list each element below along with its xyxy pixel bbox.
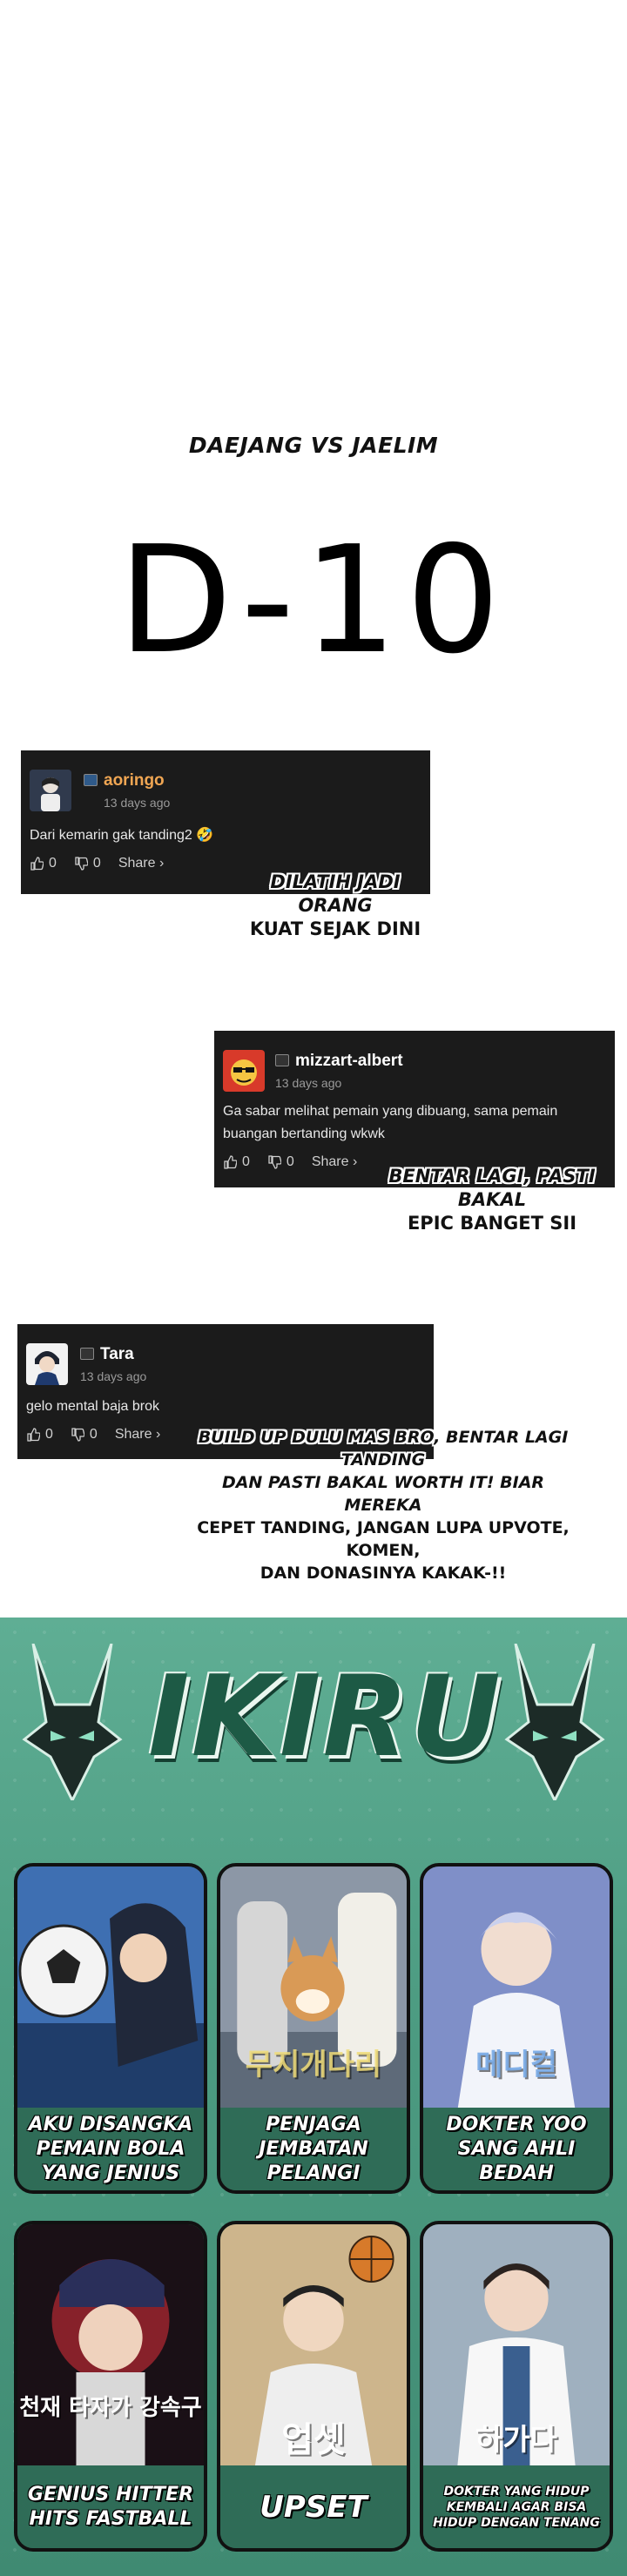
avatar-icon [223,1050,265,1092]
promo-title: IKIRU [148,1652,502,1782]
share-button[interactable]: Share › [115,1427,160,1443]
caption-line: DILATIH JADI ORANG [270,871,401,916]
dislike-button[interactable]: 0 [71,1427,98,1443]
comment-date: 13 days ago [104,796,171,810]
avatar [223,1050,265,1092]
thumbs-up-icon [30,857,44,871]
thumbs-down-icon [75,857,88,871]
promo-banner: IKIRU AKU DISANGKA PEMAIN BOLA YANG JENI… [0,1618,627,2576]
avatar-icon [30,770,71,811]
share-button[interactable]: Share › [118,856,164,871]
tile-art-text: 천재 타자가 강속구 [19,2395,202,2421]
caption-line: EPIC BANGET SII [407,1213,577,1234]
dislike-button[interactable]: 0 [74,856,101,871]
anubis-head-icon [504,1644,605,1800]
user-badge-icon [275,1054,289,1066]
like-button[interactable]: 0 [26,1427,53,1443]
avatar-icon [26,1343,68,1385]
caption-3: BUILD UP DULU MAS BRO, BENTAR LAGI TANDI… [187,1426,579,1584]
tile-art-text: 하가다 [475,2423,557,2458]
anubis-head-icon [22,1644,123,1800]
tile-art-text: 메디컬 [475,2048,557,2082]
comment-text: Dari kemarin gak tanding2 🤣 [30,828,214,843]
caption-line: KUAT SEJAK DINI [249,918,421,939]
comment-date: 13 days ago [80,1369,147,1383]
caption-line: BENTAR LAGI, PASTI BAKAL [388,1166,596,1210]
thumbs-up-icon [224,1155,237,1169]
user-badge-icon [84,774,98,786]
dislike-count: 0 [89,1427,98,1442]
tile-title: UPSET [220,2465,407,2548]
thumbs-down-icon [268,1155,281,1169]
like-count: 0 [49,856,57,871]
comment-text: gelo mental baja brok [26,1399,159,1414]
like-button[interactable]: 0 [30,856,57,871]
comment-username[interactable]: Tara [100,1345,134,1364]
thumbs-down-icon [71,1428,84,1442]
chapter-subtitle: DAEJANG VS JAELIM [188,433,439,458]
manhwa-tile-upset[interactable]: 업셋 UPSET [217,2221,410,2552]
comment-username[interactable]: aoringo [104,771,165,790]
comment-actions: 0 0 Share › [223,1154,357,1170]
dislike-button[interactable]: 0 [267,1154,294,1170]
tile-title: GENIUS HITTER HITS FASTBALL [17,2465,204,2548]
comment-actions: 0 0 Share › [26,1427,160,1443]
tile-art-text: 업셋 [281,2420,346,2460]
tile-title: AKU DISANGKA PEMAIN BOLA YANG JENIUS [17,2108,204,2190]
manhwa-tile-soccer[interactable]: AKU DISANGKA PEMAIN BOLA YANG JENIUS [14,1863,207,2194]
manhwa-tile-reborn-doctor[interactable]: 하가다 DOKTER YANG HIDUP KEMBALI AGAR BISA … [420,2221,613,2552]
comment-date: 13 days ago [275,1076,342,1090]
tile-title: DOKTER YOO SANG AHLI BEDAH [423,2108,610,2190]
like-count: 0 [242,1154,250,1169]
caption-line: CEPET TANDING, JANGAN LUPA UPVOTE, KOMEN… [197,1518,570,1560]
soccer-ball-icon [17,1866,204,2115]
tile-title: DOKTER YANG HIDUP KEMBALI AGAR BISA HIDU… [423,2465,610,2548]
like-count: 0 [45,1427,53,1442]
comment-card-mizzart-albert: mizzart-albert 13 days ago Ga sabar meli… [214,1031,615,1187]
baseball-icon [17,2224,204,2472]
user-badge-icon [80,1348,94,1360]
dislike-count: 0 [92,856,101,871]
share-button[interactable]: Share › [312,1154,357,1170]
caption-1: DILATIH JADI ORANG KUAT SEJAK DINI [235,871,435,941]
tile-title: PENJAGA JEMBATAN PELANGI [220,2108,407,2190]
avatar [30,770,71,811]
manhwa-tile-genius-hitter[interactable]: 천재 타자가 강속구 GENIUS HITTER HITS FASTBALL [14,2221,207,2552]
comment-actions: 0 0 Share › [30,856,164,871]
countdown-title: D-10 [118,515,509,687]
manhwa-tile-surgeon[interactable]: 메디컬 DOKTER YOO SANG AHLI BEDAH [420,1863,613,2194]
tile-art-text: 무지개다리 [245,2048,382,2082]
caption-2: BENTAR LAGI, PASTI BAKAL EPIC BANGET SII [357,1165,627,1235]
comment-text: Ga sabar melihat pemain yang dibuang, sa… [223,1104,558,1141]
like-button[interactable]: 0 [223,1154,250,1170]
caption-line: DAN DONASINYA KAKAK-!! [260,1564,507,1583]
dislike-count: 0 [286,1154,294,1169]
caption-line: BUILD UP DULU MAS BRO, BENTAR LAGI TANDI… [198,1428,569,1470]
caption-line: DAN PASTI BAKAL WORTH IT! BIAR MEREKA [221,1473,545,1515]
thumbs-up-icon [27,1428,40,1442]
comment-username[interactable]: mizzart-albert [295,1052,403,1071]
avatar [26,1343,68,1385]
manhwa-tile-rainbow-bridge[interactable]: 무지개다리 PENJAGA JEMBATAN PELANGI [217,1863,410,2194]
